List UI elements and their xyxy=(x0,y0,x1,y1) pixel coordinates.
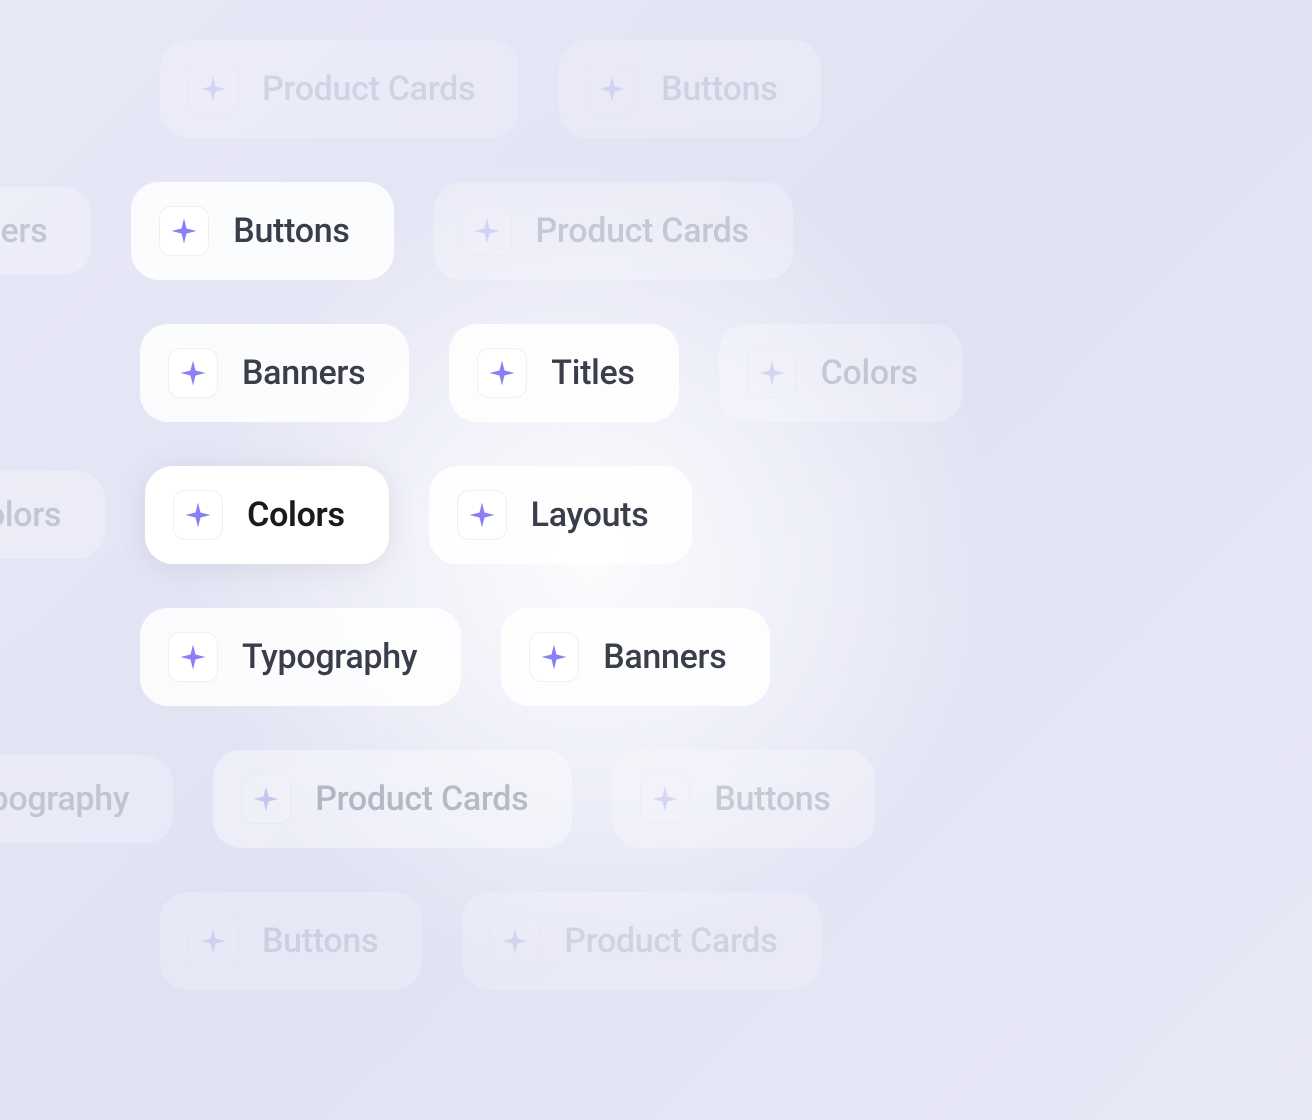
sparkle-icon xyxy=(467,500,497,530)
sparkle-icon-box xyxy=(490,916,540,966)
chip-label: Typography xyxy=(242,637,417,677)
sparkle-icon xyxy=(251,784,281,814)
sparkle-icon-box xyxy=(168,348,218,398)
chip-layouts[interactable]: Layouts xyxy=(429,466,693,564)
chip-product-cards[interactable]: Product Cards xyxy=(462,892,821,990)
chip-label: Layouts xyxy=(531,495,649,535)
chip-product-cards[interactable]: Product Cards xyxy=(213,750,572,848)
chip-row: Banners Buttons Product Cards xyxy=(0,182,1312,280)
sparkle-icon xyxy=(757,358,787,388)
chip-row: Buttons Product Cards xyxy=(160,892,1312,990)
chip-titles[interactable]: Titles xyxy=(449,324,678,422)
chip-label: Banners xyxy=(603,637,726,677)
sparkle-icon-box xyxy=(168,632,218,682)
chip-buttons[interactable]: Buttons xyxy=(612,750,874,848)
chip-label: Banners xyxy=(0,211,47,251)
chip-banners[interactable]: Banners xyxy=(140,324,409,422)
chip-colors-focused[interactable]: Colors xyxy=(145,466,388,564)
chip-label: Product Cards xyxy=(564,921,777,961)
sparkle-icon xyxy=(500,926,530,956)
sparkle-icon-box xyxy=(587,64,637,114)
chip-product-cards[interactable]: Product Cards xyxy=(434,182,793,280)
sparkle-icon-box xyxy=(640,774,690,824)
chip-label: Product Cards xyxy=(262,69,475,109)
chip-typography[interactable]: Typography xyxy=(0,755,173,843)
sparkle-icon xyxy=(169,216,199,246)
chip-buttons[interactable]: Buttons xyxy=(160,892,422,990)
sparkle-icon-box xyxy=(747,348,797,398)
sparkle-icon-box xyxy=(159,206,209,256)
chip-label: Buttons xyxy=(233,211,349,251)
chip-row: Typography Banners xyxy=(140,608,1312,706)
sparkle-icon xyxy=(178,642,208,672)
chip-colors[interactable]: Colors xyxy=(719,324,962,422)
chip-label: Typography xyxy=(0,779,129,819)
chip-rows-container: Product Cards Buttons Banners Buttons Pr… xyxy=(0,0,1312,990)
sparkle-icon xyxy=(487,358,517,388)
chip-buttons[interactable]: Buttons xyxy=(131,182,393,280)
chip-label: Buttons xyxy=(714,779,830,819)
sparkle-icon xyxy=(183,500,213,530)
chip-label: Colors xyxy=(0,495,61,535)
chip-label: Product Cards xyxy=(536,211,749,251)
sparkle-icon xyxy=(597,74,627,104)
chip-row: Banners Titles Colors xyxy=(140,324,1312,422)
chip-label: Buttons xyxy=(262,921,378,961)
chip-label: Banners xyxy=(242,353,365,393)
chip-product-cards[interactable]: Product Cards xyxy=(160,40,519,138)
chip-label: Colors xyxy=(247,495,344,535)
sparkle-icon xyxy=(650,784,680,814)
chip-banners[interactable]: Banners xyxy=(0,187,91,275)
sparkle-icon xyxy=(198,926,228,956)
chip-label: Colors xyxy=(821,353,918,393)
sparkle-icon-box xyxy=(241,774,291,824)
chip-colors[interactable]: Colors xyxy=(0,471,105,559)
chip-buttons[interactable]: Buttons xyxy=(559,40,821,138)
sparkle-icon-box xyxy=(188,64,238,114)
sparkle-icon-box xyxy=(462,206,512,256)
sparkle-icon xyxy=(472,216,502,246)
chip-label: Titles xyxy=(551,353,634,393)
sparkle-icon xyxy=(178,358,208,388)
sparkle-icon-box xyxy=(457,490,507,540)
chip-row: Product Cards Buttons xyxy=(160,40,1312,138)
chip-label: Product Cards xyxy=(315,779,528,819)
sparkle-icon-box xyxy=(188,916,238,966)
sparkle-icon-box xyxy=(529,632,579,682)
sparkle-icon-box xyxy=(173,490,223,540)
chip-typography[interactable]: Typography xyxy=(140,608,461,706)
chip-banners[interactable]: Banners xyxy=(501,608,770,706)
chip-row: Typography Product Cards Buttons xyxy=(0,750,1312,848)
sparkle-icon-box xyxy=(477,348,527,398)
chip-label: Buttons xyxy=(661,69,777,109)
sparkle-icon xyxy=(198,74,228,104)
sparkle-icon xyxy=(539,642,569,672)
chip-row: Colors Colors Layouts xyxy=(0,466,1312,564)
